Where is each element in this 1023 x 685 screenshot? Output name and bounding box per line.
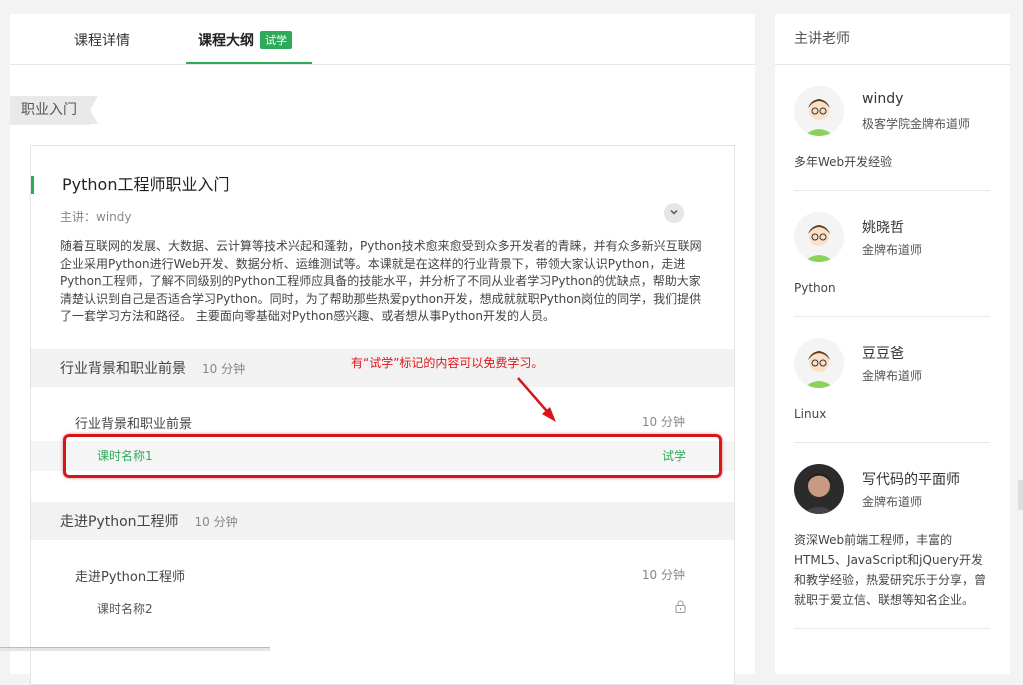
course-tabs: 课程详情 课程大纲 试学: [10, 14, 755, 65]
teacher-name[interactable]: 姚晓哲: [862, 217, 904, 237]
teachers-panel-title: 主讲老师: [775, 14, 1010, 65]
chapter-duration: 10 分钟: [194, 515, 238, 529]
annotation-text: 有“试学”标记的内容可以免费学习。: [351, 356, 544, 370]
lesson-title: 课时名称2: [97, 602, 153, 616]
avatar[interactable]: [794, 464, 844, 514]
divider: [794, 190, 990, 191]
chapter-header[interactable]: 走进Python工程师 10 分钟: [31, 502, 734, 540]
tab-course-details[interactable]: 课程详情: [74, 30, 130, 50]
trial-badge: 试学: [260, 31, 292, 49]
lock-icon: [675, 594, 686, 624]
course-main-panel: 课程详情 课程大纲 试学 职业入门 Python工程师职业入门 主讲：windy …: [10, 14, 755, 685]
teacher-name[interactable]: windy: [862, 91, 903, 107]
tab-course-outline[interactable]: 课程大纲 试学: [198, 30, 292, 50]
section-duration: 10 分钟: [641, 415, 685, 429]
section-tag: 职业入门: [10, 96, 98, 125]
section-title: 行业背景和职业前景: [75, 417, 193, 432]
teacher-desc: 多年Web开发经验: [794, 155, 893, 169]
divider: [794, 316, 990, 317]
teachers-panel: 主讲老师 windy 极客学院金牌布道师 多年Web开发经验 姚晓哲 金牌布道师…: [775, 14, 1010, 674]
teacher-title: 金牌布道师: [862, 495, 923, 509]
teacher-desc: Python: [794, 281, 836, 295]
avatar[interactable]: [794, 338, 844, 388]
divider: [794, 628, 990, 629]
teacher-name[interactable]: 写代码的平面师: [862, 469, 960, 489]
teacher-name[interactable]: 豆豆爸: [862, 343, 904, 363]
course-card: Python工程师职业入门 主讲：windy 随着互联网的发展、大数据、云计算等…: [30, 145, 735, 685]
section-title: 走进Python工程师: [75, 570, 186, 585]
highlight-box: [63, 434, 722, 478]
teacher-desc: 资深Web前端工程师，丰富的HTML5、JavaScript和jQuery开发和…: [794, 533, 987, 607]
teacher-desc: Linux: [794, 407, 827, 421]
chapter-title: 行业背景和职业前景: [60, 361, 186, 377]
section-duration: 10 分钟: [641, 568, 685, 582]
teacher-title: 金牌布道师: [862, 369, 923, 383]
scrollbar[interactable]: [1018, 480, 1023, 510]
course-description: 随着互联网的发展、大数据、云计算等技术兴起和蓬勃，Python技术愈来愈受到众多…: [60, 239, 702, 323]
avatar[interactable]: [794, 86, 844, 136]
section-row[interactable]: 行业背景和职业前景 10 分钟: [75, 413, 685, 432]
course-title: Python工程师职业入门: [31, 176, 229, 194]
teacher-title: 极客学院金牌布道师: [862, 117, 971, 131]
active-tab-indicator: [186, 62, 312, 64]
chapter-duration: 10 分钟: [202, 362, 246, 376]
avatar[interactable]: [794, 212, 844, 262]
section-row[interactable]: 走进Python工程师 10 分钟: [75, 566, 685, 585]
chapter-title: 走进Python工程师: [60, 514, 179, 530]
teacher-title: 金牌布道师: [862, 243, 923, 257]
chevron-down-icon[interactable]: [664, 203, 684, 223]
lesson-row-locked[interactable]: 课时名称2: [31, 594, 734, 624]
bottom-edge: [0, 647, 270, 651]
course-lecturer: 主讲：windy: [60, 210, 132, 224]
divider: [794, 442, 990, 443]
